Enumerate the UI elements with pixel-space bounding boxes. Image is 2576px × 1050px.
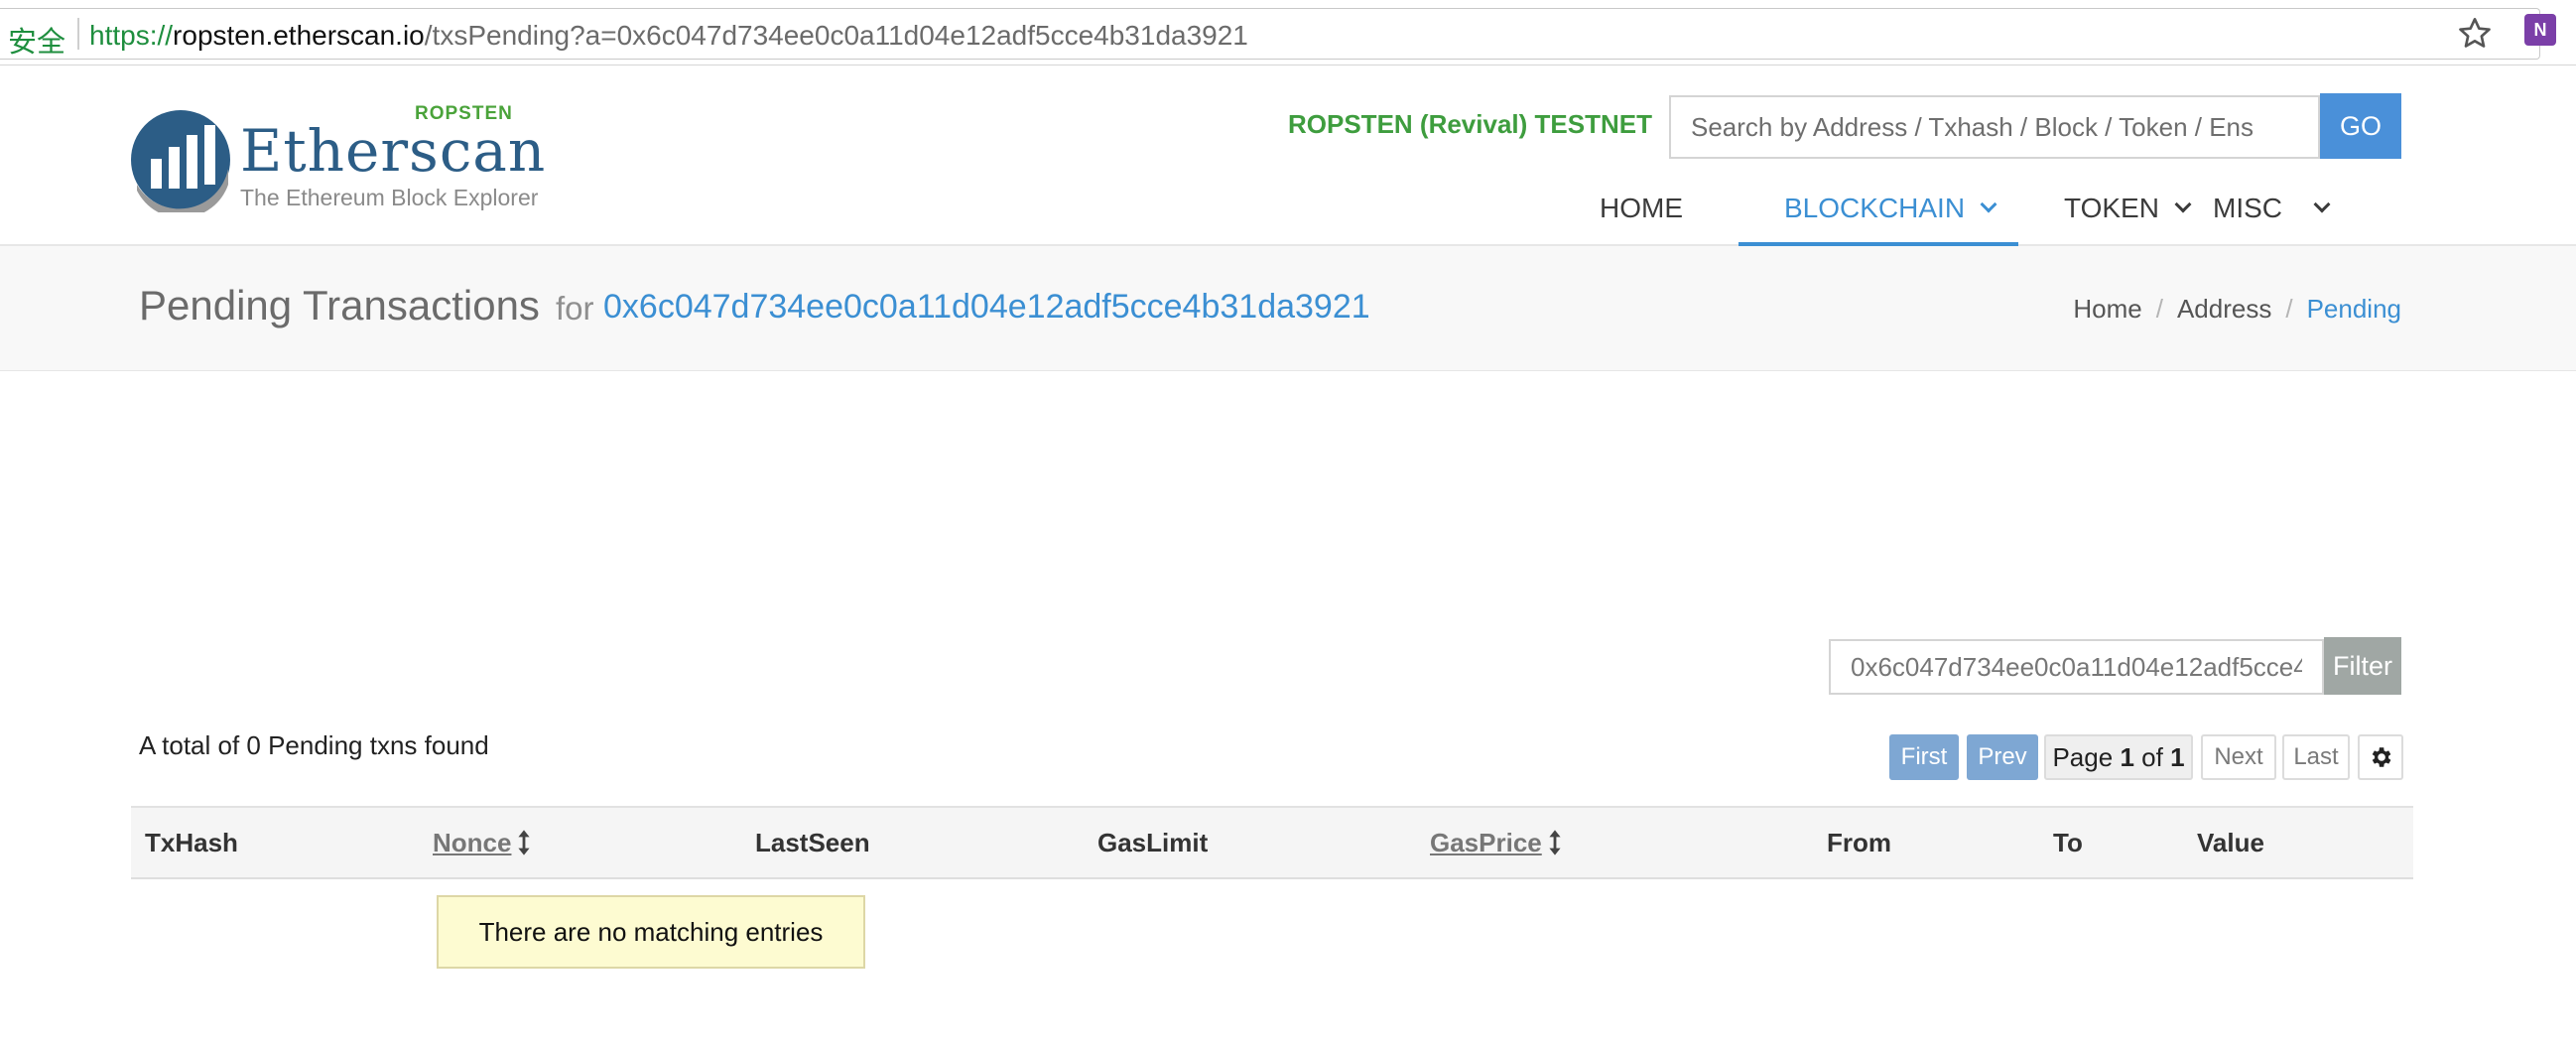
breadcrumb: Home / Address / Pending <box>2073 294 2401 325</box>
title-address-link[interactable]: 0x6c047d734ee0c0a11d04e12adf5cce4b31da39… <box>603 288 1370 327</box>
url-path: /txsPending?a=0x6c047d734ee0c0a11d04e12a… <box>424 20 1248 51</box>
col-lastseen: LastSeen <box>741 806 1084 879</box>
next-page-button[interactable]: Next <box>2201 734 2276 780</box>
nav-misc[interactable]: MISC <box>2213 183 2331 246</box>
col-gaslimit: GasLimit <box>1084 806 1416 879</box>
col-from-label: From <box>1827 827 1891 857</box>
onenote-extension-icon[interactable]: N <box>2524 14 2556 46</box>
sort-icon <box>1549 829 1561 855</box>
divider <box>77 18 79 50</box>
prev-page-button[interactable]: Prev <box>1967 734 2038 780</box>
etherscan-logo[interactable]: ROPSTEN Etherscan The Ethereum Block Exp… <box>129 103 546 222</box>
url-scheme: https:// <box>89 20 174 51</box>
pending-transactions-table: TxHash Nonce LastSeen GasLimit GasPrice … <box>131 806 2413 879</box>
etherscan-logo-icon <box>131 110 230 212</box>
chevron-down-icon <box>1980 196 1997 213</box>
gear-icon <box>2372 747 2391 767</box>
filter-button[interactable]: Filter <box>2324 637 2401 695</box>
col-value: Value <box>2183 806 2413 879</box>
search-go-button[interactable]: GO <box>2320 93 2401 159</box>
col-txhash: TxHash <box>131 806 419 879</box>
of-word: of <box>2141 741 2163 772</box>
page-title: Pending Transactions <box>139 282 540 328</box>
logo-tagline: The Ethereum Block Explorer <box>240 185 539 210</box>
col-gaslimit-label: GasLimit <box>1097 827 1209 857</box>
sort-icon <box>518 829 531 855</box>
secure-indicator[interactable]: 安全 <box>8 19 65 61</box>
breadcrumb-separator: / <box>2155 294 2163 324</box>
col-nonce-label: Nonce <box>433 827 512 857</box>
nav-token[interactable]: TOKEN <box>2064 183 2192 246</box>
current-page: 1 <box>2120 741 2134 772</box>
title-for-text: for <box>556 290 594 327</box>
results-count: A total of 0 Pending txns found <box>139 730 489 760</box>
col-txhash-label: TxHash <box>145 827 238 857</box>
url-host: ropsten.etherscan.io <box>173 20 425 51</box>
settings-button[interactable] <box>2358 734 2403 780</box>
testnet-label: ROPSTEN (Revival) TESTNET <box>1288 109 1652 139</box>
col-lastseen-label: LastSeen <box>755 827 870 857</box>
breadcrumb-separator: / <box>2285 294 2293 324</box>
last-page-button[interactable]: Last <box>2282 734 2350 780</box>
nav-blockchain-label: BLOCKCHAIN <box>1784 193 1966 223</box>
page-title-band: Pending Transactions for 0x6c047d734ee0c… <box>0 246 2576 371</box>
address-filter-input[interactable] <box>1829 639 2324 695</box>
nav-home-label: HOME <box>1600 193 1683 223</box>
bookmark-star-icon[interactable] <box>2455 14 2495 54</box>
col-gasprice[interactable]: GasPrice <box>1416 806 1813 879</box>
page-indicator: Page 1 of 1 <box>2044 734 2193 780</box>
nav-blockchain[interactable]: BLOCKCHAIN <box>1739 183 2018 246</box>
empty-table-message: There are no matching entries <box>437 895 865 969</box>
browser-toolbar: 安全 https://ropsten.etherscan.io/txsPendi… <box>0 0 2576 66</box>
page-word: Page <box>2052 741 2114 772</box>
col-value-label: Value <box>2197 827 2264 857</box>
chevron-down-icon <box>2313 196 2331 213</box>
site-header: ROPSTEN Etherscan The Ethereum Block Exp… <box>0 66 2576 246</box>
nav-misc-label: MISC <box>2213 193 2282 223</box>
nav-home[interactable]: HOME <box>1600 183 1683 246</box>
address-bar[interactable]: 安全 https://ropsten.etherscan.io/txsPendi… <box>0 8 2540 60</box>
table-header-row: TxHash Nonce LastSeen GasLimit GasPrice … <box>131 806 2413 879</box>
url-text[interactable]: https://ropsten.etherscan.io/txsPending?… <box>89 20 1248 52</box>
breadcrumb-current: Pending <box>2306 294 2401 324</box>
total-pages: 1 <box>2170 741 2185 772</box>
col-from: From <box>1813 806 2039 879</box>
col-to: To <box>2039 806 2183 879</box>
nav-token-label: TOKEN <box>2064 193 2159 223</box>
breadcrumb-home[interactable]: Home <box>2073 294 2141 324</box>
first-page-button[interactable]: First <box>1889 734 1959 780</box>
col-nonce[interactable]: Nonce <box>419 806 741 879</box>
col-gasprice-label: GasPrice <box>1430 827 1542 857</box>
chevron-down-icon <box>2174 196 2192 213</box>
breadcrumb-address[interactable]: Address <box>2177 294 2271 324</box>
col-to-label: To <box>2053 827 2083 857</box>
search-input[interactable] <box>1669 95 2320 159</box>
logo-wordmark: Etherscan <box>240 117 547 185</box>
